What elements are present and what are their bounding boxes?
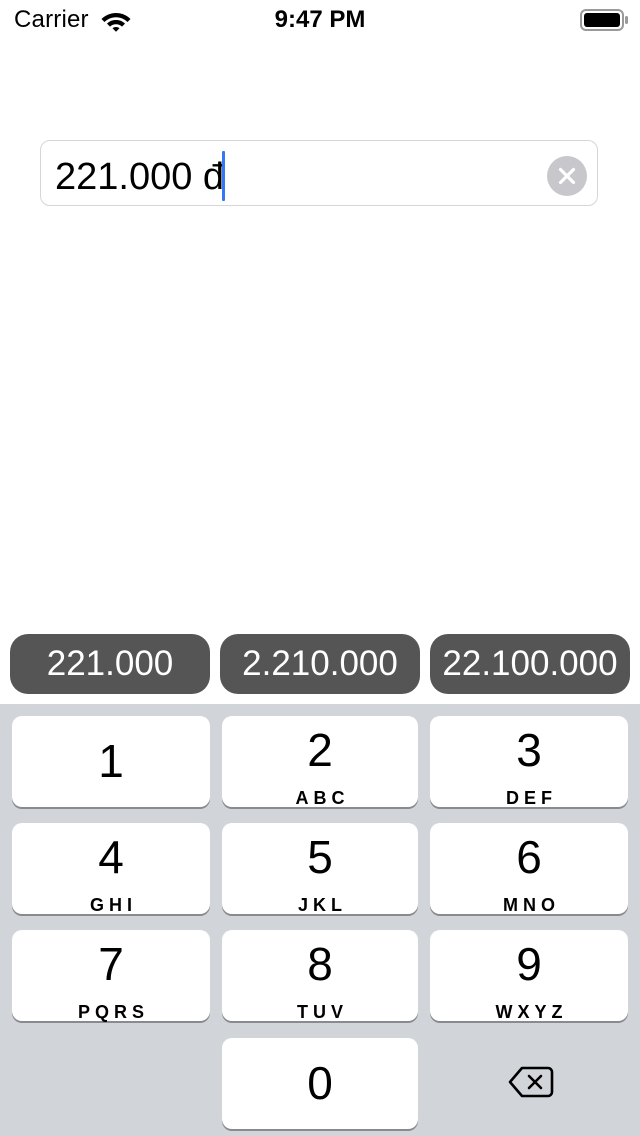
delete-button[interactable]	[430, 1038, 628, 1129]
key-number: 1	[98, 735, 124, 787]
suggestion-3[interactable]: 22.100.000	[430, 634, 630, 694]
key-letters: GHI	[89, 895, 137, 915]
key-1[interactable]: 1	[12, 716, 210, 807]
amount-input-content: 221.000 đ	[55, 151, 226, 204]
key-number: 4	[98, 831, 124, 883]
key-letters: ABC	[295, 788, 350, 808]
key-9[interactable]: 9 WXYZ	[430, 930, 628, 1022]
text-caret	[222, 151, 226, 201]
status-bar: Carrier 9:47 PM	[0, 0, 640, 40]
key-letters: MNO	[503, 895, 560, 915]
key-5[interactable]: 5 JKL	[222, 823, 418, 915]
key-letters: JKL	[297, 895, 347, 915]
battery-icon	[580, 9, 628, 31]
number-keypad: 1 2 ABC 3 DEF 4 GHI 5 JKL 6 MNO 7 PQRS 8…	[0, 704, 640, 1136]
suggestion-bar: 221.000 2.210.000 22.100.000	[0, 634, 640, 694]
clear-icon	[558, 167, 576, 185]
key-number: 2	[307, 724, 333, 776]
key-6[interactable]: 6 MNO	[430, 823, 628, 915]
key-number: 9	[516, 938, 542, 990]
key-8[interactable]: 8 TUV	[222, 930, 418, 1022]
key-3[interactable]: 3 DEF	[430, 716, 628, 808]
key-number: 5	[307, 831, 333, 883]
key-number: 6	[516, 831, 542, 883]
backspace-icon	[508, 1066, 554, 1098]
key-0[interactable]: 0	[222, 1038, 418, 1129]
key-2[interactable]: 2 ABC	[222, 716, 418, 808]
key-number: 7	[98, 938, 124, 990]
key-letters: DEF	[506, 788, 557, 808]
key-letters: WXYZ	[495, 1002, 568, 1022]
key-number: 8	[307, 938, 333, 990]
key-letters: PQRS	[77, 1002, 149, 1022]
amount-input[interactable]: 221.000 đ	[40, 140, 598, 206]
suggestion-1[interactable]: 221.000	[10, 634, 210, 694]
key-number: 0	[307, 1057, 333, 1109]
key-4[interactable]: 4 GHI	[12, 823, 210, 915]
suggestion-2[interactable]: 2.210.000	[220, 634, 420, 694]
clear-button[interactable]	[547, 156, 587, 196]
key-7[interactable]: 7 PQRS	[12, 930, 210, 1022]
key-letters: TUV	[297, 1002, 348, 1022]
status-time: 9:47 PM	[274, 6, 366, 33]
amount-value: 221.000 đ	[55, 156, 225, 199]
key-number: 3	[516, 724, 542, 776]
